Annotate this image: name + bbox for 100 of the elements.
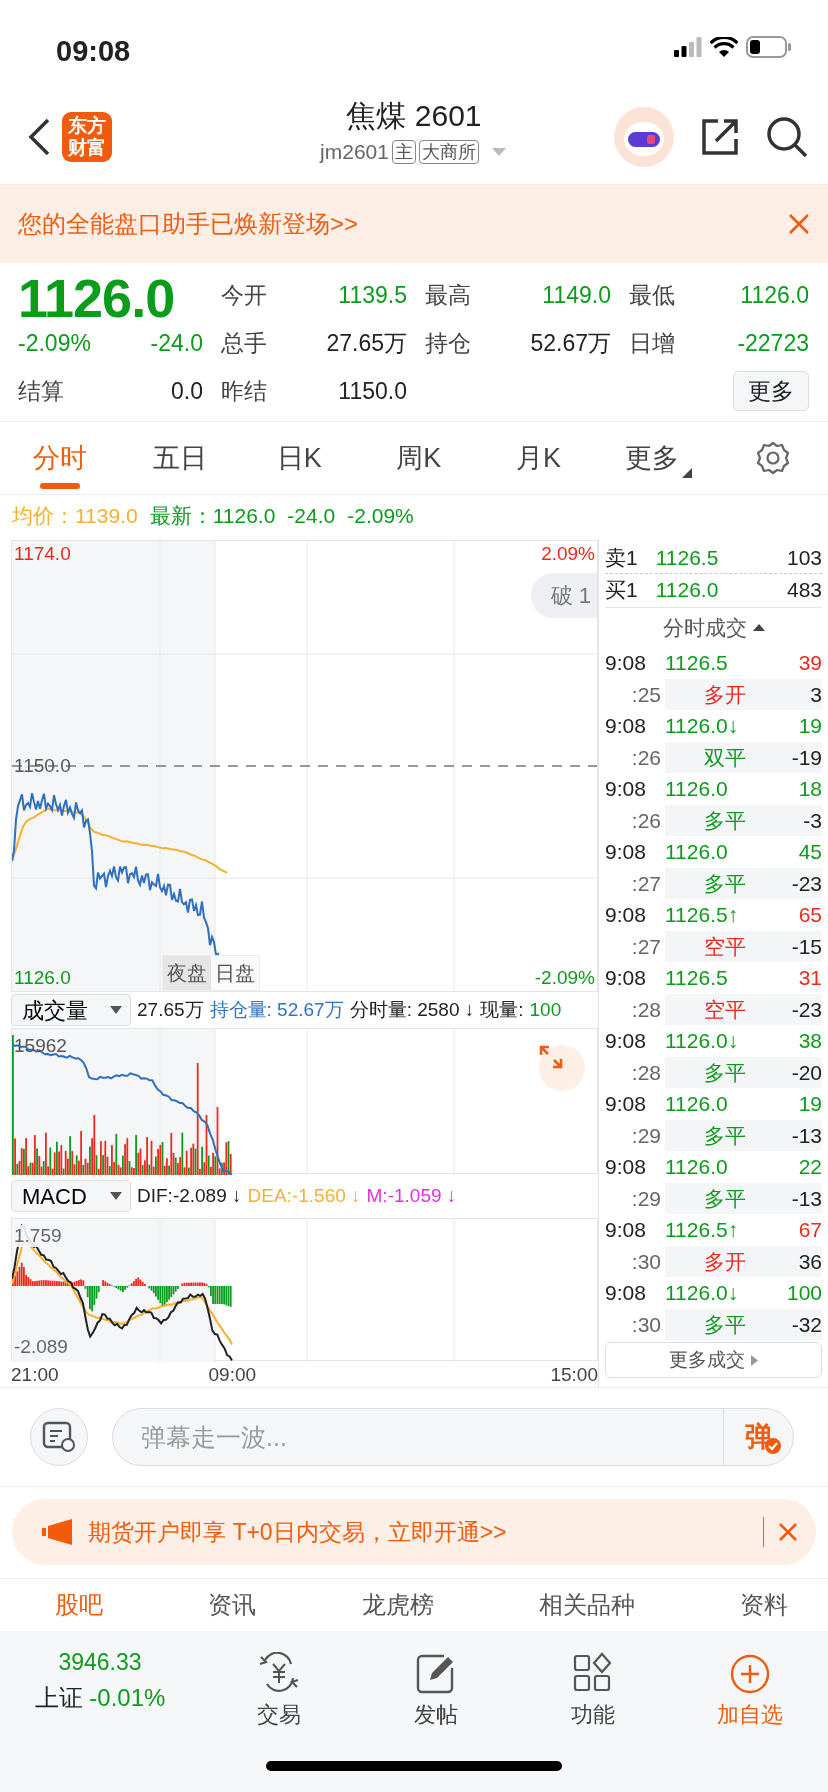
trade-price: 1126.5↑ — [665, 902, 740, 928]
trade-time: 9:08 — [605, 902, 647, 928]
caret-icon — [110, 1006, 122, 1014]
indicator-value: 持仓量: 52.67万 — [209, 997, 344, 1022]
expand-button[interactable] — [539, 1045, 585, 1091]
order-level: 卖1 — [605, 545, 638, 572]
trade-type: 多平 — [703, 1311, 747, 1338]
trade-seconds: :30 — [630, 1248, 662, 1275]
trade-volume: 22 — [797, 1154, 822, 1180]
trade-time: 9:08 — [605, 1217, 647, 1243]
indicator-value: 100 — [529, 997, 562, 1022]
session-toggle[interactable]: 夜盘 — [163, 956, 211, 990]
trade-seconds: :29 — [630, 1185, 662, 1212]
trade-type: 多平 — [703, 870, 747, 897]
trade-type: 多平 — [703, 1059, 747, 1086]
order-price: 1126.5 — [655, 545, 719, 572]
expand-icon — [539, 1045, 563, 1069]
axis-label: 1174.0 — [14, 543, 71, 565]
trade-volume: 45 — [797, 839, 822, 865]
exchange-tag: 大商所 — [418, 139, 479, 164]
trade-price: 1126.0 — [665, 1154, 729, 1180]
section-tab[interactable]: 资讯 — [208, 1587, 257, 1623]
trade-time: 9:08 — [605, 839, 647, 865]
trade-type: 双平 — [703, 744, 747, 771]
stat-label: 最低 — [629, 280, 675, 310]
section-tab[interactable]: 相关品种 — [538, 1587, 635, 1623]
wifi-icon — [710, 36, 738, 58]
time-axis-label: 21:00 — [11, 1363, 59, 1387]
settings-icon[interactable] — [756, 441, 791, 475]
chart-tab[interactable]: 月K — [478, 421, 599, 495]
session-toggle[interactable]: 日盘 — [211, 956, 259, 990]
trade-seconds: :28 — [630, 1059, 662, 1086]
close-icon[interactable] — [778, 1522, 798, 1542]
trade-time: 9:08 — [605, 776, 647, 802]
stat-label: 持仓 — [425, 328, 471, 358]
index-value: 3946.33 — [57, 1648, 143, 1677]
stat-label: 结算 — [18, 376, 64, 406]
indicator-value: 分时量: 2580 ↓ — [349, 997, 475, 1022]
trade-time: 9:08 — [605, 1028, 647, 1054]
chart-tab[interactable]: 五日 — [119, 421, 240, 495]
trades-title: 分时成交 — [662, 614, 747, 641]
last-price: 1126.0 — [18, 268, 175, 328]
stock-title: 焦煤 2601 — [345, 98, 483, 134]
trade-time: 9:08 — [605, 650, 647, 676]
trade-price: 1126.0↓ — [665, 1028, 740, 1054]
caret-icon — [750, 1355, 758, 1367]
caret-icon — [110, 1192, 122, 1200]
stat-label: 总手 — [221, 328, 267, 358]
trade-time: 9:08 — [605, 713, 647, 739]
robot-avatar-icon[interactable] — [614, 107, 674, 167]
trade-time: 9:08 — [605, 1091, 647, 1117]
stat-value: 1126.0 — [740, 280, 809, 310]
trade-type: 空平 — [703, 996, 747, 1023]
position-change: -19 — [790, 744, 822, 771]
indicator-value: DIF:-2.089 ↓ — [137, 1183, 242, 1208]
toolbar-button[interactable]: 功能 — [514, 1645, 671, 1731]
stat-value: 1139.5 — [338, 280, 407, 310]
section-tab[interactable]: 龙虎榜 — [361, 1587, 434, 1623]
trade-price: 1126.0 — [665, 839, 729, 865]
toolbar-button[interactable]: 发帖 — [357, 1645, 514, 1731]
close-icon[interactable] — [788, 213, 810, 235]
quote-summary-text: 均价：1139.0 — [12, 503, 138, 530]
trade-volume: 31 — [797, 965, 822, 991]
stat-value: -22723 — [737, 328, 809, 358]
chart-tab[interactable]: 周K — [359, 421, 479, 495]
time-axis-label: 15:00 — [550, 1363, 598, 1387]
more-button[interactable]: 更多 — [733, 370, 809, 412]
order-level: 买1 — [605, 576, 638, 603]
axis-label: 1150.0 — [14, 755, 71, 777]
trade-volume: 19 — [797, 1091, 822, 1117]
chart-tab[interactable]: 更多 — [598, 421, 719, 495]
sort-caret-icon[interactable] — [752, 624, 765, 631]
trade-seconds: :29 — [630, 1122, 662, 1149]
price-alert-tab[interactable]: 破 1 — [530, 573, 597, 618]
stat-value: 52.67万 — [530, 328, 611, 358]
stat-label: 昨结 — [221, 376, 267, 406]
indicator-selector[interactable]: MACD — [11, 1180, 131, 1212]
stat-value: 1150.0 — [338, 376, 407, 406]
trade-price: 1126.0 — [665, 776, 729, 802]
status-time: 09:08 — [56, 34, 131, 69]
chart-tab[interactable]: 日K — [239, 421, 359, 495]
share-icon[interactable] — [700, 117, 740, 157]
order-volume: 483 — [786, 576, 822, 603]
trade-type: 多平 — [703, 1122, 747, 1149]
section-tab[interactable]: 资料 — [740, 1587, 788, 1623]
search-icon[interactable] — [766, 116, 808, 158]
indicator-selector[interactable]: 成交量 — [11, 994, 131, 1026]
position-change: -3 — [802, 807, 822, 834]
trade-seconds: :25 — [630, 681, 662, 708]
trade-seconds: :27 — [630, 933, 662, 960]
back-icon[interactable] — [26, 117, 52, 157]
trade-volume: 19 — [797, 713, 822, 739]
battery-icon — [746, 36, 792, 58]
toolbar-button[interactable]: 交易 — [200, 1645, 357, 1731]
position-change: 3 — [809, 681, 822, 708]
trade-price: 1126.5 — [665, 650, 729, 676]
trade-type: 空平 — [703, 933, 747, 960]
stat-label: 今开 — [221, 280, 267, 310]
more-trades-button[interactable]: 更多成交 — [605, 1342, 822, 1378]
trade-time: 9:08 — [605, 1154, 647, 1180]
